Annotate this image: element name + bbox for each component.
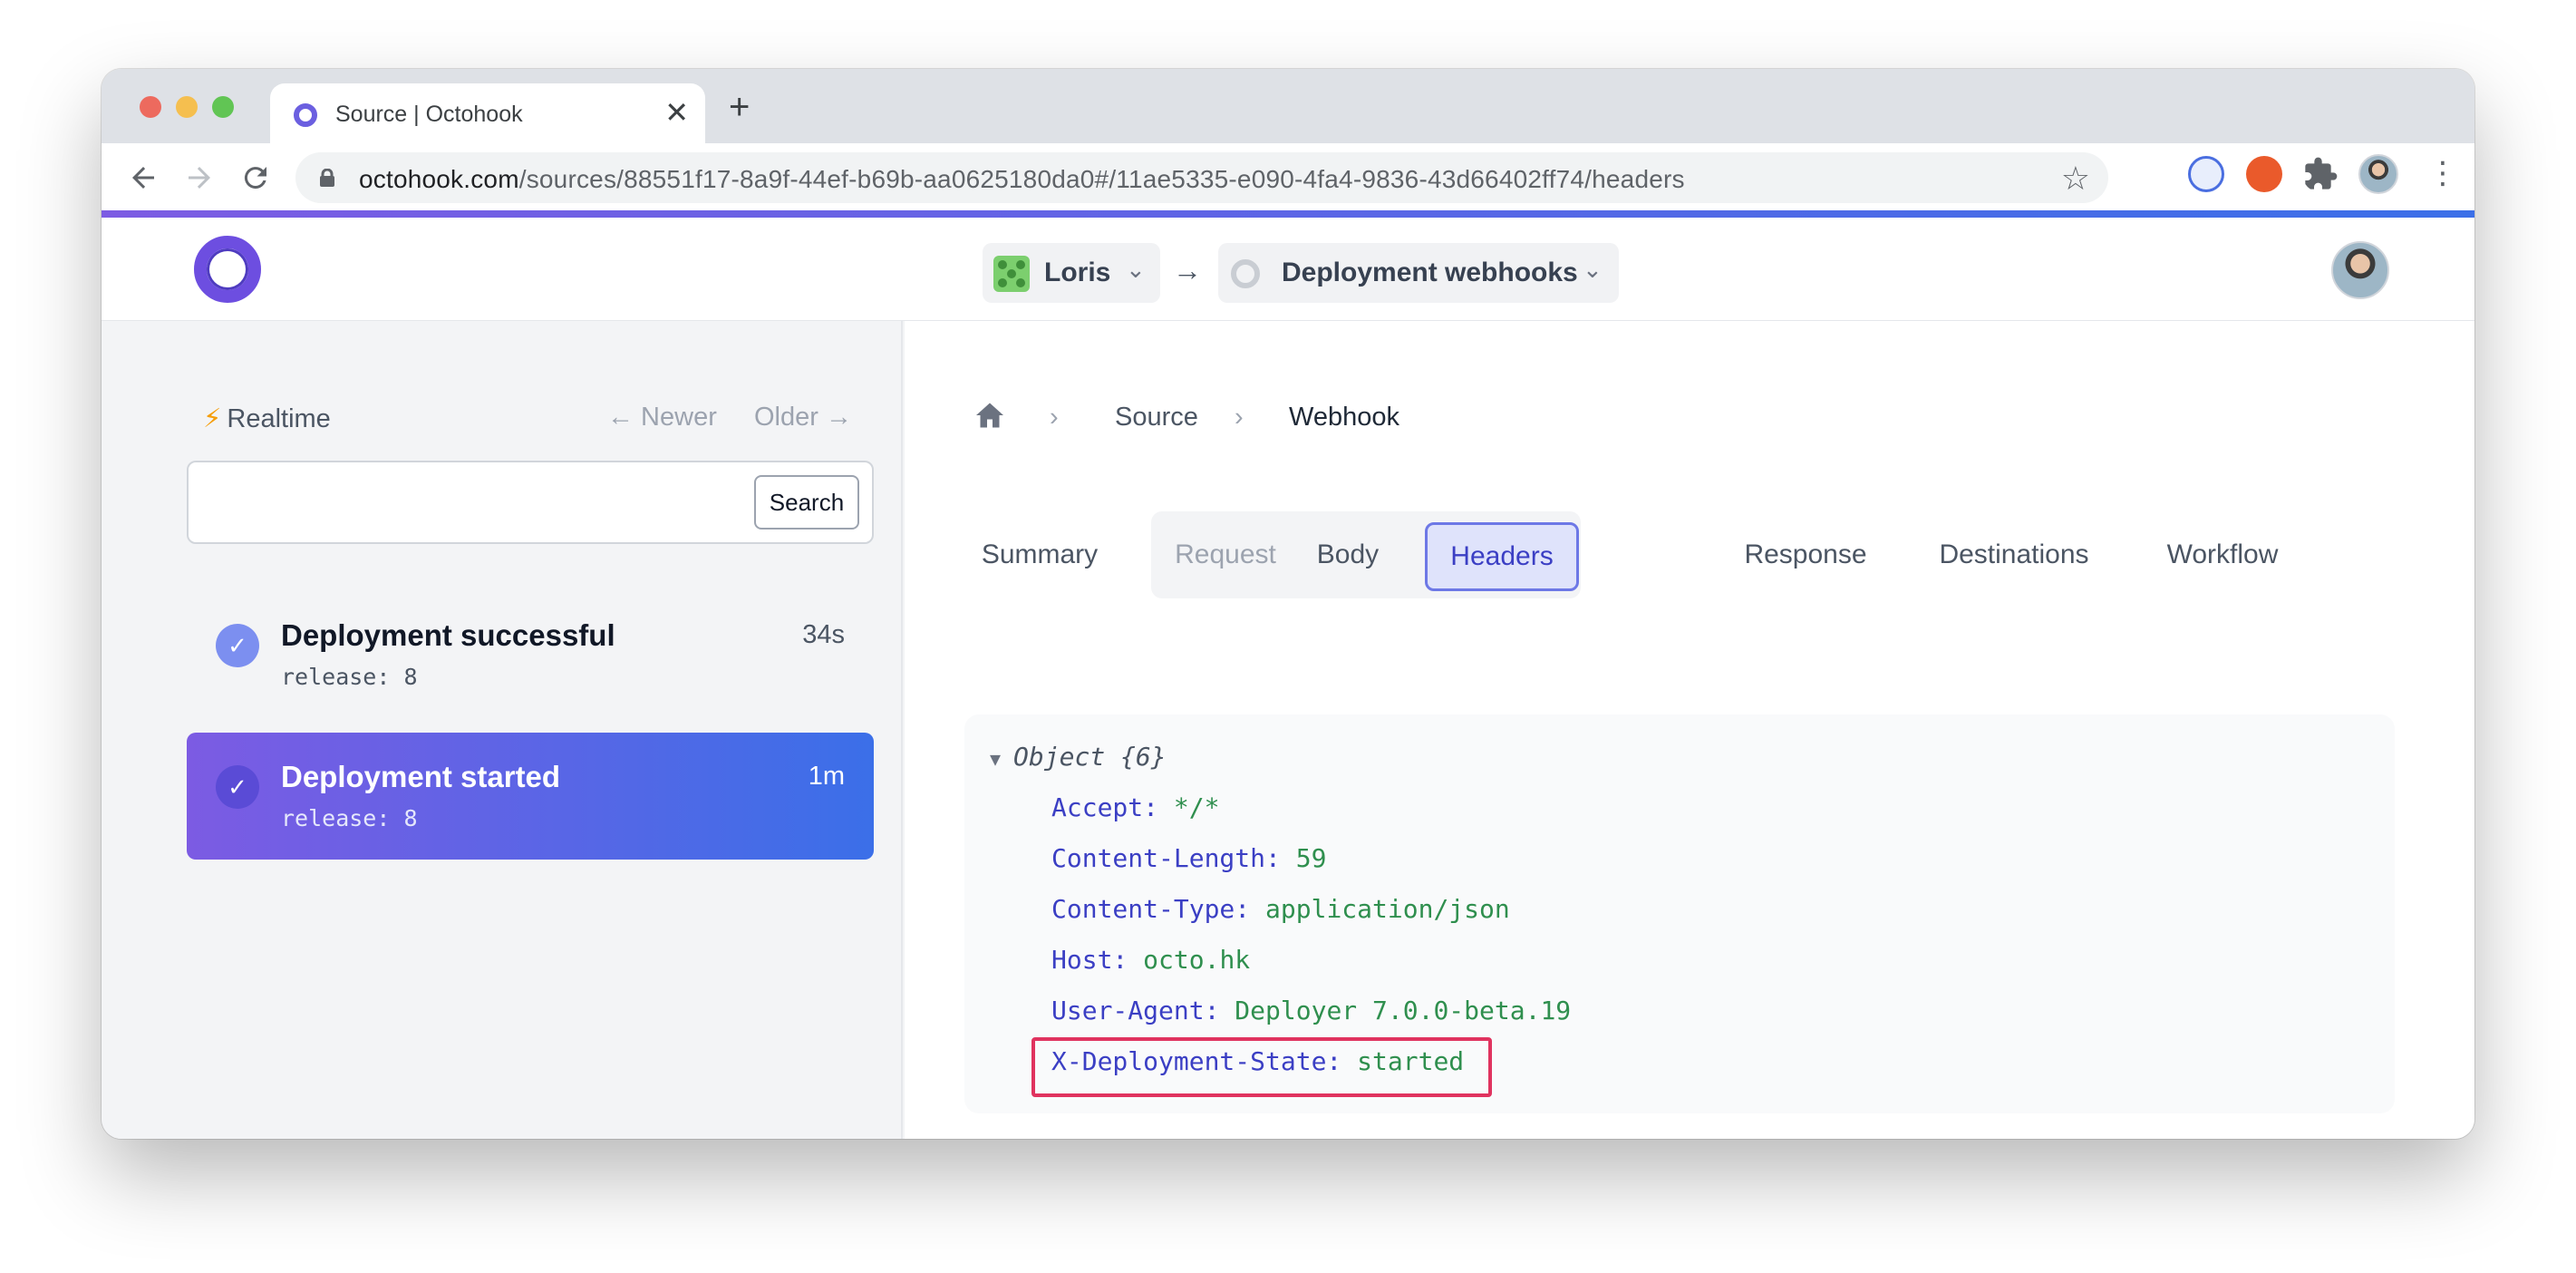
chevron-right-icon: › bbox=[1050, 403, 1059, 432]
arrow-right-icon: → bbox=[1173, 254, 1202, 287]
headers-json-viewer: ▼ Object {6} Accept: */* Content-Length: … bbox=[964, 714, 2395, 1113]
reload-icon[interactable] bbox=[239, 161, 272, 194]
new-tab-button[interactable]: + bbox=[729, 89, 750, 125]
org-switcher[interactable]: Loris ⌄ bbox=[983, 243, 1160, 303]
triangle-down-icon: ▼ bbox=[990, 748, 1002, 770]
page-loading-accent bbox=[102, 210, 2474, 218]
header-row: Host: octo.hk bbox=[1051, 945, 1251, 975]
octohook-favicon-icon bbox=[294, 103, 317, 127]
breadcrumb-source[interactable]: Source bbox=[1115, 403, 1198, 432]
password-manager-extension-icon[interactable] bbox=[2188, 156, 2224, 192]
browser-tab[interactable]: Source | Octohook ✕ bbox=[270, 83, 705, 143]
event-time: 1m bbox=[808, 762, 845, 791]
app-header: Loris ⌄ → Deployment webhooks ⌄ bbox=[102, 218, 2474, 321]
header-row: Content-Type: application/json bbox=[1051, 894, 1510, 924]
source-switcher[interactable]: Deployment webhooks ⌄ bbox=[1218, 243, 1619, 303]
tab-body[interactable]: Body bbox=[1296, 517, 1399, 593]
tab-request[interactable]: Request bbox=[1162, 517, 1289, 593]
event-item-selected[interactable]: ✓ Deployment started release: 8 1m bbox=[187, 733, 874, 860]
older-link[interactable]: Older → bbox=[754, 403, 852, 432]
source-icon bbox=[1231, 259, 1260, 288]
check-circle-icon: ✓ bbox=[216, 765, 259, 809]
source-name: Deployment webhooks bbox=[1282, 258, 1578, 287]
browser-toolbar: octohook.com/sources/88551f17-8a9f-44ef-… bbox=[102, 143, 2474, 210]
bookmark-star-icon[interactable]: ☆ bbox=[2061, 160, 2090, 198]
browser-window: Source | Octohook ✕ + octohook.com/sourc… bbox=[102, 69, 2474, 1139]
event-subtitle: release: 8 bbox=[281, 664, 418, 690]
tab-summary[interactable]: Summary bbox=[972, 517, 1108, 593]
forward-arrow-icon[interactable] bbox=[183, 161, 216, 194]
octohook-logo[interactable] bbox=[194, 236, 261, 303]
event-title: Deployment started bbox=[281, 760, 561, 793]
header-row: Content-Length: 59 bbox=[1051, 843, 1327, 873]
url-text: octohook.com/sources/88551f17-8a9f-44ef-… bbox=[359, 165, 1685, 193]
tab-title: Source | Octohook bbox=[335, 102, 523, 127]
highlight-box bbox=[1031, 1037, 1492, 1097]
address-bar[interactable]: octohook.com/sources/88551f17-8a9f-44ef-… bbox=[295, 152, 2108, 203]
event-time: 34s bbox=[802, 620, 845, 649]
webhook-detail: › Source › Webhook Summary Request Body … bbox=[905, 321, 2474, 1139]
tab-response[interactable]: Response bbox=[1724, 517, 1887, 593]
realtime-toggle[interactable]: ⚡ Realtime bbox=[203, 403, 331, 434]
tab-strip: Source | Octohook ✕ + bbox=[102, 69, 2474, 143]
extensions-puzzle-icon[interactable] bbox=[2302, 156, 2339, 192]
add-extension-icon[interactable] bbox=[2246, 156, 2282, 192]
newer-link[interactable]: ← Newer bbox=[607, 403, 717, 432]
search-field[interactable]: Search bbox=[187, 461, 874, 544]
lock-icon bbox=[320, 169, 334, 187]
tab-destinations[interactable]: Destinations bbox=[1914, 517, 2114, 593]
browser-menu-icon[interactable]: ⋮ bbox=[2427, 158, 2458, 189]
event-item[interactable]: ✓ Deployment successful release: 8 34s bbox=[187, 591, 874, 718]
org-avatar-icon bbox=[993, 256, 1030, 292]
chevron-right-icon: › bbox=[1235, 403, 1244, 432]
close-window-button[interactable] bbox=[140, 96, 161, 118]
tab-workflow[interactable]: Workflow bbox=[2141, 517, 2304, 593]
object-toggle[interactable]: ▼ Object {6} bbox=[990, 742, 1167, 772]
header-row: Accept: */* bbox=[1051, 792, 1220, 822]
search-button[interactable]: Search bbox=[754, 475, 859, 530]
check-circle-icon: ✓ bbox=[216, 624, 259, 667]
lightning-icon: ⚡ bbox=[203, 404, 222, 433]
home-icon[interactable] bbox=[973, 399, 1006, 432]
minimize-window-button[interactable] bbox=[176, 96, 198, 118]
header-row: User-Agent: Deployer 7.0.0-beta.19 bbox=[1051, 996, 1572, 1025]
back-arrow-icon[interactable] bbox=[127, 161, 160, 194]
event-title: Deployment successful bbox=[281, 618, 615, 652]
tab-close-icon[interactable]: ✕ bbox=[664, 96, 689, 129]
chevron-down-icon: ⌄ bbox=[1126, 256, 1146, 283]
events-sidebar: ⚡ Realtime ← Newer Older → Search ✓ Deplo… bbox=[102, 321, 903, 1139]
maximize-window-button[interactable] bbox=[212, 96, 234, 118]
tab-headers[interactable]: Headers bbox=[1425, 522, 1579, 591]
user-avatar[interactable] bbox=[2331, 241, 2389, 299]
profile-avatar[interactable] bbox=[2358, 154, 2398, 194]
org-name: Loris bbox=[1044, 258, 1111, 287]
event-subtitle: release: 8 bbox=[281, 805, 418, 831]
chevron-down-icon: ⌄ bbox=[1583, 256, 1603, 283]
breadcrumb-webhook: Webhook bbox=[1289, 403, 1399, 432]
